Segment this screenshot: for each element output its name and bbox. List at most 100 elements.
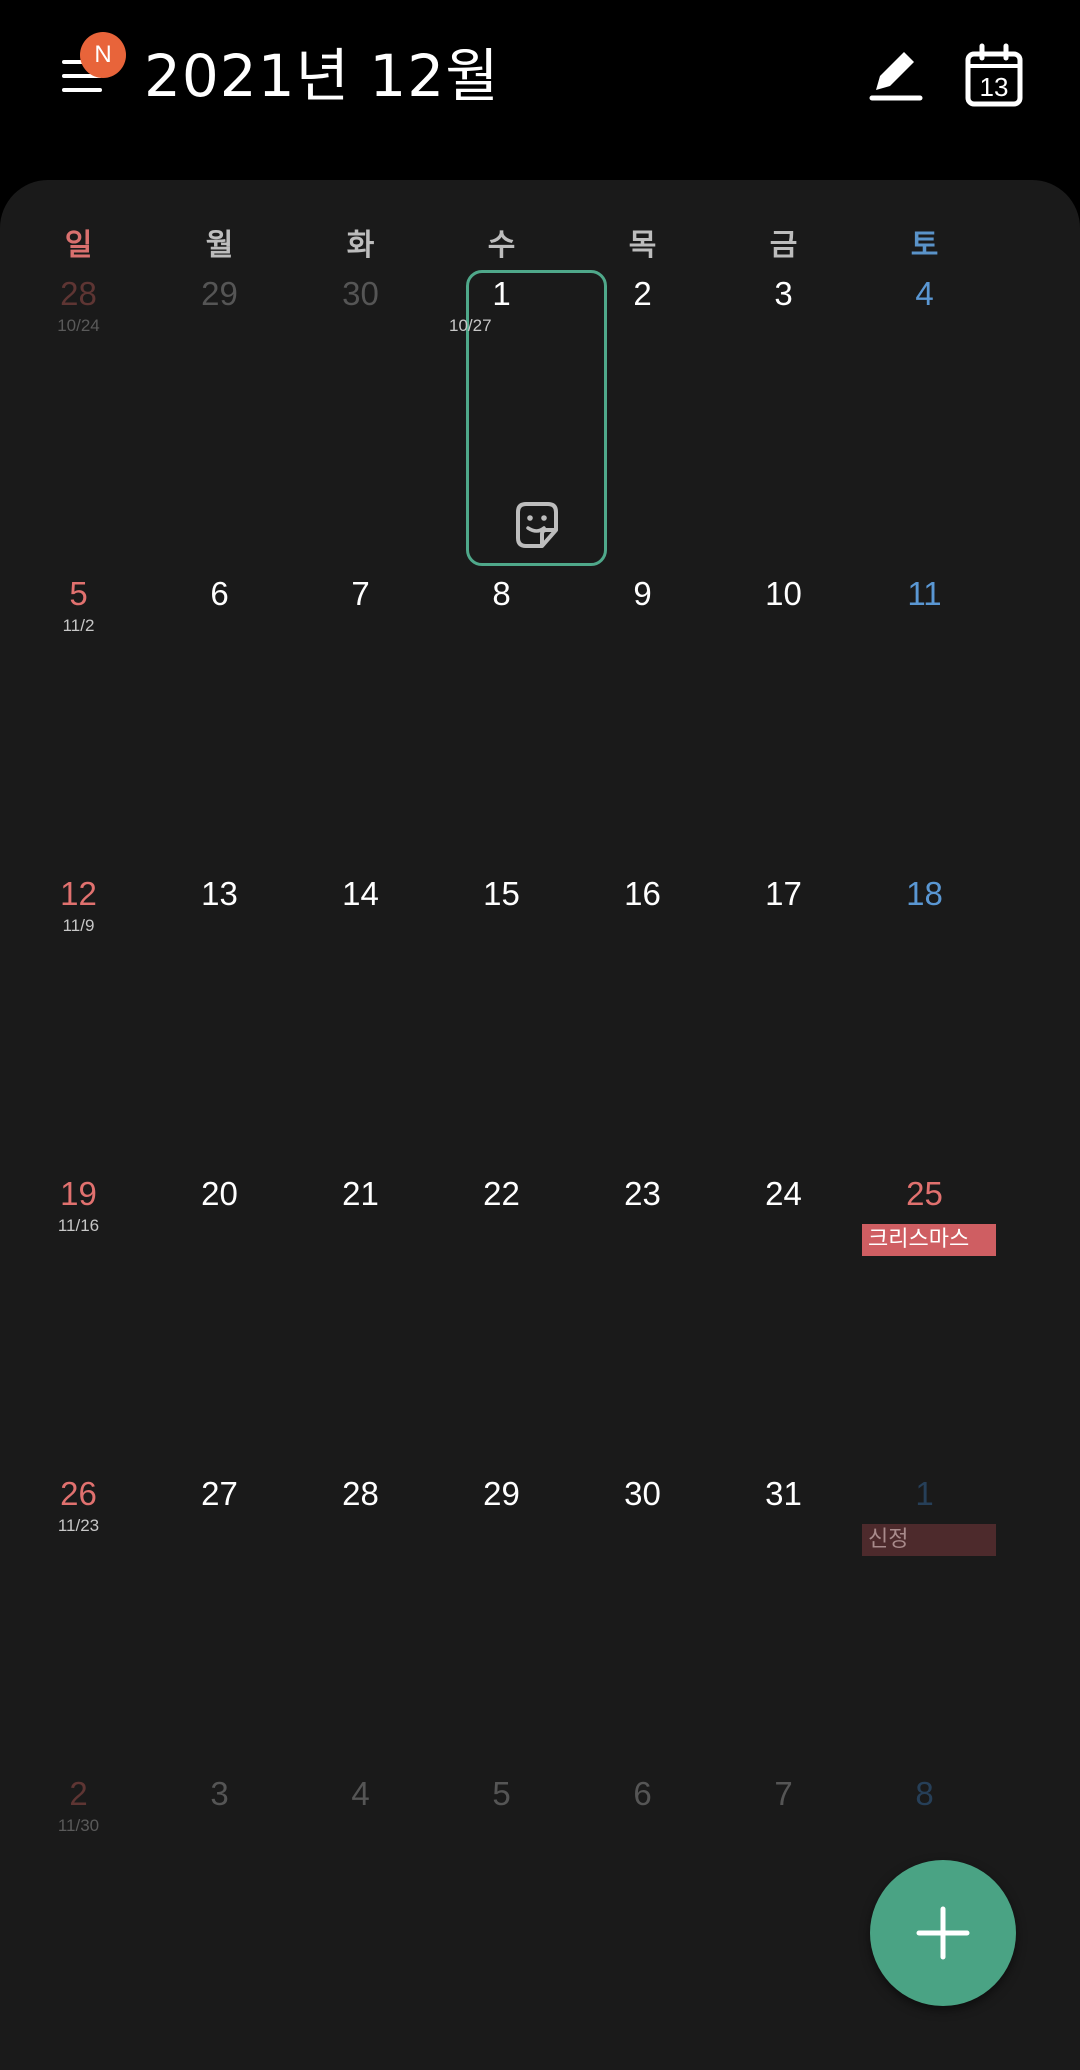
calendar-icon-day: 13 bbox=[980, 72, 1009, 102]
weekday-label: 일 bbox=[64, 228, 93, 263]
day-number: 30 bbox=[342, 275, 379, 312]
today-calendar-button[interactable]: 13 bbox=[958, 40, 1030, 112]
new-badge: N bbox=[80, 32, 126, 78]
lunar-date: 10/27 bbox=[449, 316, 492, 335]
day-number: 9 bbox=[633, 575, 652, 612]
day-number: 2 bbox=[69, 1775, 88, 1812]
day-number: 19 bbox=[60, 1175, 97, 1212]
lunar-date: 10/24 bbox=[57, 316, 100, 335]
day-number: 1 bbox=[915, 1475, 934, 1512]
day-number: 22 bbox=[483, 1175, 520, 1212]
add-event-button[interactable] bbox=[870, 1860, 1016, 2006]
day-cell[interactable]: 9 bbox=[572, 570, 713, 870]
day-number: 7 bbox=[774, 1775, 793, 1812]
day-number: 12 bbox=[60, 875, 97, 912]
plus-icon bbox=[916, 1906, 970, 1960]
month-title[interactable]: 2021년 12월 bbox=[144, 40, 500, 112]
lunar-date: 11/30 bbox=[57, 1816, 100, 1835]
weekday-label: 금 bbox=[769, 228, 798, 263]
day-number: 27 bbox=[201, 1475, 238, 1512]
day-number: 30 bbox=[624, 1475, 661, 1512]
day-cell[interactable]: 30 bbox=[290, 270, 431, 570]
day-cell[interactable]: 2 bbox=[572, 270, 713, 570]
day-cell[interactable]: 19 11/16 bbox=[8, 1170, 149, 1470]
day-cell[interactable]: 23 bbox=[572, 1170, 713, 1470]
day-number: 2 bbox=[633, 275, 652, 312]
day-cell[interactable]: 1 10/27 bbox=[431, 270, 572, 570]
day-cell[interactable]: 21 bbox=[290, 1170, 431, 1470]
day-cell[interactable]: 31 bbox=[713, 1470, 854, 1770]
weekday-label: 목 bbox=[628, 228, 657, 263]
day-cell[interactable]: 6 bbox=[572, 1770, 713, 2070]
day-cell[interactable]: 11 bbox=[854, 570, 995, 870]
event-chip[interactable]: 신정 bbox=[862, 1524, 996, 1556]
day-cell[interactable]: 4 bbox=[290, 1770, 431, 2070]
calendar-panel: 일월화수목금토 28 10/24 29 30 1 10/27 2 3 4 5 11/2 6 7 8 9 10 1… bbox=[0, 180, 1080, 2070]
day-cell[interactable]: 16 bbox=[572, 870, 713, 1170]
day-number: 4 bbox=[351, 1775, 370, 1812]
day-cell[interactable]: 17 bbox=[713, 870, 854, 1170]
day-cell[interactable]: 6 bbox=[149, 570, 290, 870]
day-number: 29 bbox=[483, 1475, 520, 1512]
day-cell[interactable]: 2 11/30 bbox=[8, 1770, 149, 2070]
day-cell[interactable]: 3 bbox=[149, 1770, 290, 2070]
calendar-screen: N 2021년 12월 13 일월화수목금토 2810/2429301 bbox=[0, 0, 1080, 2070]
day-number: 3 bbox=[210, 1775, 229, 1812]
day-cell[interactable]: 20 bbox=[149, 1170, 290, 1470]
day-cell[interactable]: 29 bbox=[149, 270, 290, 570]
day-number: 28 bbox=[60, 275, 97, 312]
day-cell[interactable]: 7 bbox=[713, 1770, 854, 2070]
lunar-date: 11/2 bbox=[62, 616, 95, 635]
day-cell[interactable]: 28 bbox=[290, 1470, 431, 1770]
day-cell[interactable]: 8 bbox=[431, 570, 572, 870]
day-number: 17 bbox=[765, 875, 802, 912]
day-number: 5 bbox=[492, 1775, 511, 1812]
day-number: 4 bbox=[915, 275, 934, 312]
day-number: 13 bbox=[201, 875, 238, 912]
day-cell[interactable]: 5 11/2 bbox=[8, 570, 149, 870]
day-cell[interactable]: 10 bbox=[713, 570, 854, 870]
day-cell[interactable]: 29 bbox=[431, 1470, 572, 1770]
day-cell[interactable]: 14 bbox=[290, 870, 431, 1170]
day-number: 8 bbox=[492, 575, 511, 612]
lunar-date: 11/23 bbox=[57, 1516, 100, 1535]
day-number: 20 bbox=[201, 1175, 238, 1212]
day-number: 25 bbox=[906, 1175, 943, 1212]
day-cell[interactable]: 27 bbox=[149, 1470, 290, 1770]
day-cell[interactable]: 22 bbox=[431, 1170, 572, 1470]
day-cell[interactable]: 30 bbox=[572, 1470, 713, 1770]
day-cell[interactable]: 18 bbox=[854, 870, 995, 1170]
pen-icon[interactable] bbox=[858, 40, 930, 112]
day-cell[interactable]: 12 11/9 bbox=[8, 870, 149, 1170]
day-cell[interactable]: 25 크리스마스 bbox=[854, 1170, 996, 1470]
day-number: 15 bbox=[483, 875, 520, 912]
weekday-label: 화 bbox=[346, 228, 375, 263]
month-grid: 28 10/24 29 30 1 10/27 2 3 4 5 11/2 6 7 8 9 10 11 12 11/9 1… bbox=[8, 270, 996, 2070]
day-cell[interactable]: 13 bbox=[149, 870, 290, 1170]
day-cell[interactable]: 15 bbox=[431, 870, 572, 1170]
day-cell[interactable]: 26 11/23 bbox=[8, 1470, 149, 1770]
day-number: 6 bbox=[210, 575, 229, 612]
day-number: 31 bbox=[765, 1475, 802, 1512]
day-cell[interactable]: 7 bbox=[290, 570, 431, 870]
weekday-label: 토 bbox=[910, 228, 939, 263]
day-cell[interactable]: 3 bbox=[713, 270, 854, 570]
day-number: 10 bbox=[765, 575, 802, 612]
weekday-label: 월 bbox=[205, 228, 234, 263]
day-number: 21 bbox=[342, 1175, 379, 1212]
day-number: 23 bbox=[624, 1175, 661, 1212]
day-number: 28 bbox=[342, 1475, 379, 1512]
day-cell[interactable]: 24 bbox=[713, 1170, 854, 1470]
day-number: 11 bbox=[907, 575, 942, 612]
lunar-date: 11/9 bbox=[62, 916, 95, 935]
day-number: 8 bbox=[915, 1775, 934, 1812]
event-chip[interactable]: 크리스마스 bbox=[862, 1224, 996, 1256]
lunar-date: 11/16 bbox=[57, 1216, 100, 1235]
app-header: N 2021년 12월 13 bbox=[0, 0, 1080, 180]
day-number: 29 bbox=[201, 275, 238, 312]
day-cell[interactable]: 4 bbox=[854, 270, 995, 570]
day-cell[interactable]: 5 bbox=[431, 1770, 572, 2070]
day-cell[interactable]: 1 신정 bbox=[854, 1470, 996, 1770]
calendar-icon: 13 bbox=[965, 43, 1023, 107]
day-cell[interactable]: 28 10/24 bbox=[8, 270, 149, 570]
